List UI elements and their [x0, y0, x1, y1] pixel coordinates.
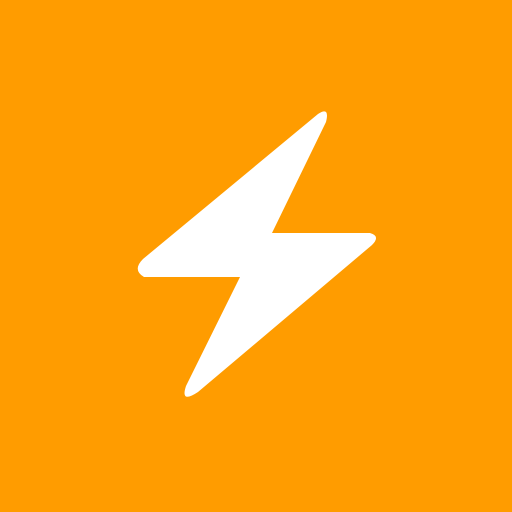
app-icon-svg: [0, 0, 512, 512]
app-icon: [0, 0, 512, 512]
